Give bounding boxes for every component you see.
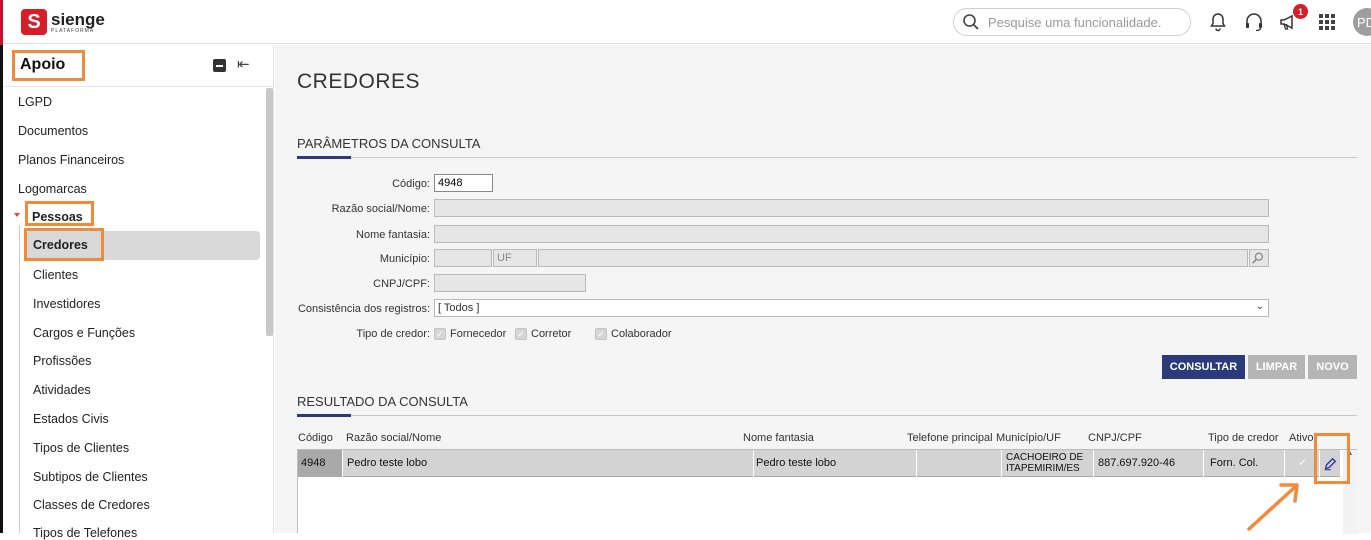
- brand-name: sienge: [51, 9, 105, 29]
- cell-municipio: CACHOEIRO DE ITAPEMIRIM/ES: [1003, 450, 1094, 477]
- municipio-code-input[interactable]: [434, 249, 492, 267]
- razao-label: Razão social/Nome:: [331, 203, 430, 215]
- sidebar-header: Apoio ⇤: [3, 45, 274, 87]
- tree-guide-line: [19, 225, 20, 533]
- novo-button[interactable]: NOVO: [1308, 355, 1357, 379]
- corretor-label: Corretor: [531, 328, 572, 340]
- table-row[interactable]: 4948 Pedro teste lobo Pedro teste lobo C…: [298, 450, 1341, 477]
- sidebar-scrollbar[interactable]: [266, 88, 273, 336]
- col-tipo[interactable]: Tipo de credor: [1208, 432, 1279, 444]
- results-grid: 4948 Pedro teste lobo Pedro teste lobo C…: [297, 449, 1357, 534]
- sidebar-item-tipos-telefones[interactable]: Tipos de Telefones: [33, 526, 137, 540]
- cell-codigo: 4948: [298, 450, 343, 477]
- uf-input[interactable]: UF: [493, 249, 537, 267]
- page-title: CREDORES: [297, 70, 421, 93]
- apps-grid-icon[interactable]: [1316, 11, 1338, 33]
- expand-caret-icon[interactable]: [14, 213, 20, 217]
- chevron-down-icon: ⌄: [1255, 301, 1264, 312]
- cell-tipo: Forn. Col.: [1205, 450, 1285, 477]
- col-fantasia[interactable]: Nome fantasia: [743, 432, 814, 444]
- consistencia-value: [ Todos ]: [438, 302, 480, 314]
- col-ativo[interactable]: Ativo: [1289, 432, 1313, 444]
- sidebar-item-profissoes[interactable]: Profissões: [33, 354, 91, 368]
- cell-fantasia: Pedro teste lobo: [755, 450, 917, 477]
- search-icon: [963, 14, 979, 30]
- sienge-logo[interactable]: S sienge PLATAFORMA: [21, 9, 105, 35]
- corretor-checkbox[interactable]: ✓: [515, 328, 527, 340]
- col-telefone[interactable]: Telefone principal: [907, 432, 993, 444]
- sidebar-item-planos-financeiros[interactable]: Planos Financeiros: [18, 153, 124, 167]
- bell-icon[interactable]: [1207, 11, 1229, 33]
- user-avatar[interactable]: PD: [1353, 8, 1371, 36]
- col-razao[interactable]: Razão social/Nome: [346, 432, 441, 444]
- sidebar-item-cargos-funcoes[interactable]: Cargos e Funções: [33, 326, 135, 340]
- notification-badge: 1: [1293, 4, 1308, 19]
- sidebar-title: Apoio: [12, 50, 85, 81]
- colaborador-label: Colaborador: [611, 328, 672, 340]
- cell-cnpj: 887.697.920-46: [1095, 450, 1204, 477]
- brand-sub: PLATAFORMA: [51, 27, 95, 34]
- sidebar-item-atividades[interactable]: Atividades: [33, 383, 91, 397]
- municipio-name-input[interactable]: [538, 249, 1248, 267]
- cnpj-input[interactable]: [434, 274, 586, 292]
- cell-telefone: [918, 450, 1002, 477]
- sienge-logo-icon: S: [21, 9, 47, 35]
- sidebar: Apoio ⇤ LGPD Documentos Planos Financeir…: [3, 45, 274, 540]
- sidebar-item-documentos[interactable]: Documentos: [18, 124, 88, 138]
- sidebar-item-clientes[interactable]: Clientes: [33, 268, 78, 282]
- sidebar-item-investidores[interactable]: Investidores: [33, 297, 100, 311]
- colaborador-checkbox[interactable]: ✓: [595, 328, 607, 340]
- fornecedor-label: Fornecedor: [450, 328, 507, 340]
- highlight-credores: [24, 228, 104, 261]
- codigo-input[interactable]: [434, 174, 493, 192]
- main-content: CREDORES PARÂMETROS DA CONSULTA Código: …: [275, 45, 1371, 534]
- consistencia-select[interactable]: [ Todos ] ⌄: [434, 299, 1269, 317]
- municipio-label: Município:: [379, 253, 430, 265]
- top-bar: S sienge PLATAFORMA 1 PD: [3, 0, 1371, 44]
- cell-razao: Pedro teste lobo: [344, 450, 754, 477]
- cnpj-label: CNPJ/CPF:: [373, 278, 430, 290]
- sidebar-item-classes-credores[interactable]: Classes de Credores: [33, 498, 150, 512]
- params-divider: [297, 156, 1357, 159]
- fornecedor-checkbox[interactable]: ✓: [434, 328, 446, 340]
- col-codigo[interactable]: Código: [298, 432, 333, 444]
- hide-sidebar-icon[interactable]: ⇤: [237, 55, 250, 73]
- col-cnpj[interactable]: CNPJ/CPF: [1088, 432, 1142, 444]
- collapse-all-icon[interactable]: [213, 59, 226, 72]
- highlight-edit: [1314, 433, 1350, 484]
- consistencia-label: Consistência dos registros:: [297, 303, 430, 315]
- codigo-label: Código:: [392, 178, 430, 190]
- fantasia-input[interactable]: [434, 225, 1269, 243]
- municipio-search-button[interactable]: [1249, 249, 1269, 267]
- consultar-button[interactable]: CONSULTAR: [1162, 355, 1245, 379]
- results-divider: [297, 414, 1357, 417]
- sidebar-item-estados-civis[interactable]: Estados Civis: [33, 412, 109, 426]
- sidebar-item-tipos-clientes[interactable]: Tipos de Clientes: [33, 441, 129, 455]
- results-section-title: RESULTADO DA CONSULTA: [297, 394, 468, 409]
- sidebar-item-logomarcas[interactable]: Logomarcas: [18, 182, 87, 196]
- params-section-title: PARÂMETROS DA CONSULTA: [297, 136, 481, 151]
- col-municipio[interactable]: Município/UF: [996, 432, 1061, 444]
- sidebar-item-lgpd[interactable]: LGPD: [18, 95, 52, 109]
- tipo-label: Tipo de credor:: [356, 328, 430, 340]
- fantasia-label: Nome fantasia:: [356, 229, 430, 241]
- search-input[interactable]: [988, 14, 1168, 30]
- search-box[interactable]: [953, 8, 1191, 36]
- headset-icon[interactable]: [1243, 11, 1265, 33]
- annotation-arrow-icon: [1247, 483, 1299, 531]
- razao-input[interactable]: [434, 199, 1269, 217]
- magnifier-icon: [1252, 252, 1264, 264]
- sidebar-item-subtipos-clientes[interactable]: Subtipos de Clientes: [33, 470, 148, 484]
- highlight-pessoas: [25, 201, 94, 226]
- limpar-button[interactable]: LIMPAR: [1248, 355, 1305, 379]
